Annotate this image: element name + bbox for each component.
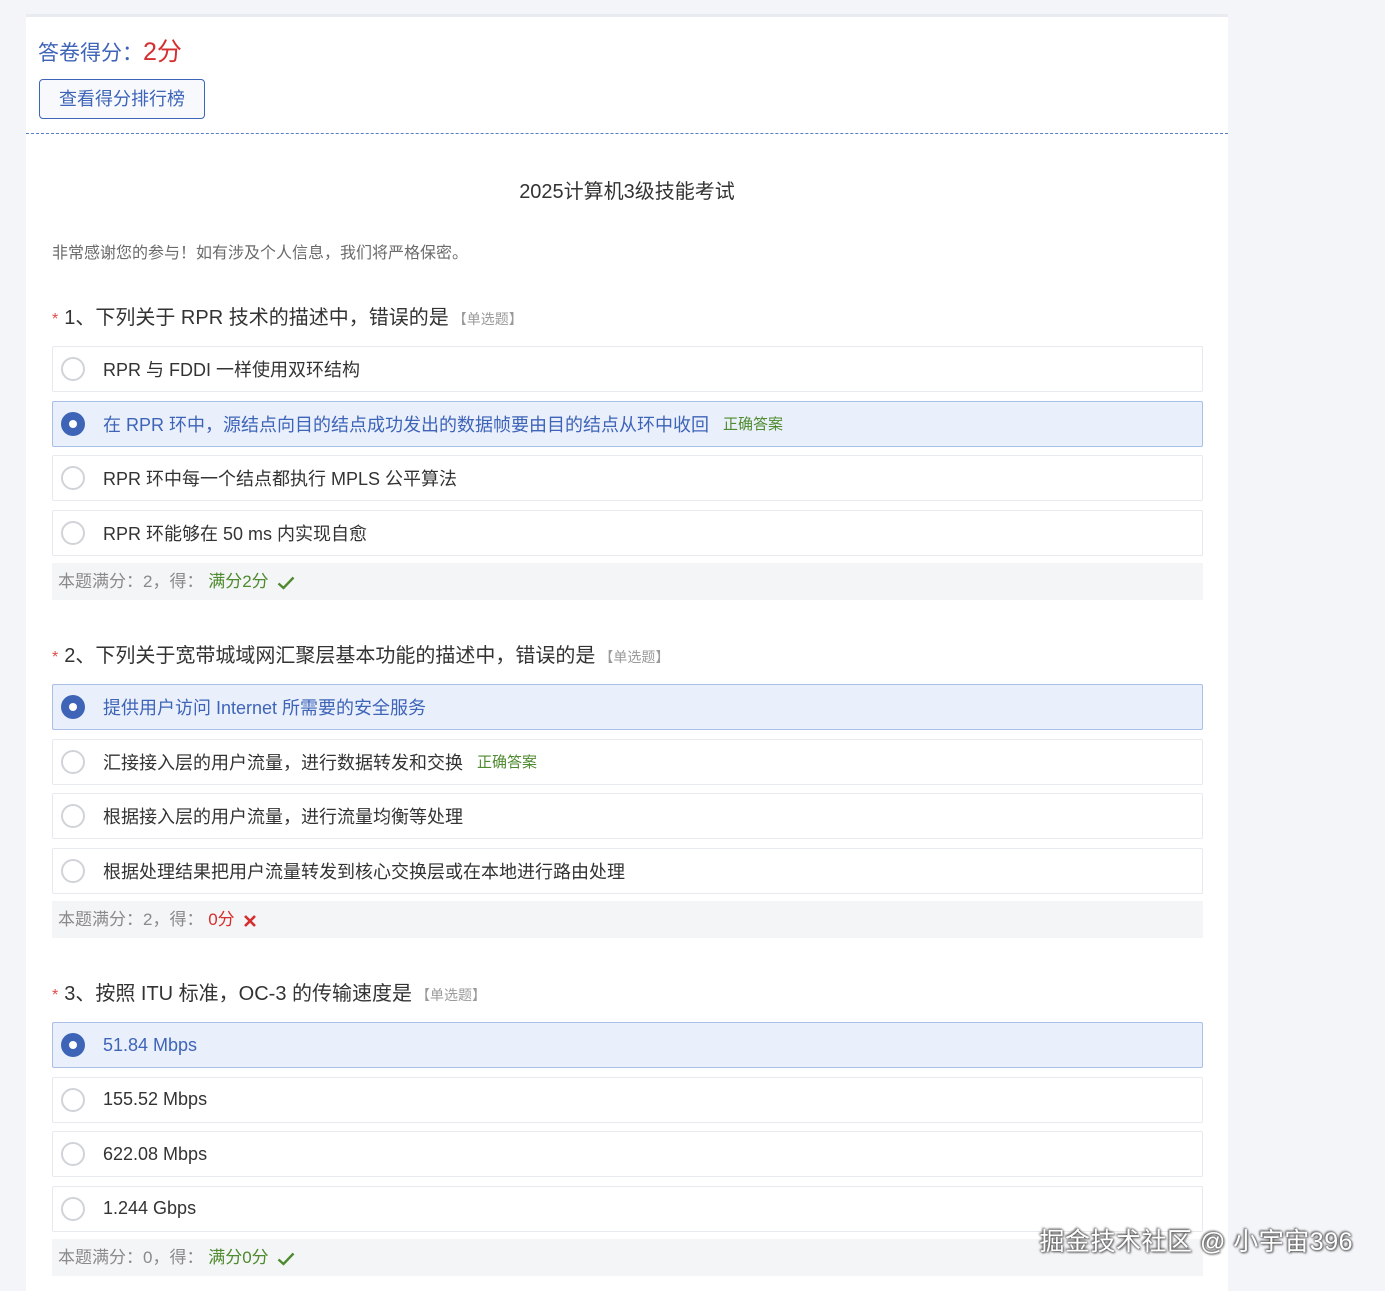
radio-icon[interactable] <box>61 858 85 883</box>
watermark: 掘金技术社区 @ 小宇宙396 <box>1039 1228 1353 1256</box>
option-text: 155.52 Mbps <box>103 1089 208 1109</box>
option-text: 根据接入层的用户流量，进行流量均衡等处理 <box>103 807 463 827</box>
question-result: 本题满分：2，得： 0分 <box>52 901 1203 938</box>
cross-icon <box>244 914 257 927</box>
option-text: 汇接接入层的用户流量，进行数据转发和交换 <box>103 752 463 773</box>
question-type: 【单选题】 <box>416 987 487 1003</box>
option-text: 在 RPR 环中，源结点向目的结点成功发出的数据帧要由目的结点从环中收回 <box>103 414 710 435</box>
radio-icon[interactable] <box>61 520 85 545</box>
check-icon <box>278 1252 295 1266</box>
option-text: 根据处理结果把用户流量转发到核心交换层或在本地进行路由处理 <box>103 861 625 882</box>
question-3: * 3、按照 ITU 标准，OC-3 的传输速度是 【单选题】 51.84 Mbps… <box>52 979 1203 1276</box>
option-text: 提供用户访问 Internet 所需要的安全服务 <box>103 698 427 718</box>
radio-selected-icon[interactable] <box>61 695 85 719</box>
answer-score-value: 2分 <box>143 38 182 66</box>
radio-selected-icon[interactable] <box>61 411 85 436</box>
question-text: 1、下列关于 RPR 技术的描述中，错误的是 <box>64 307 449 329</box>
option-c[interactable]: 622.08 Mbps <box>52 1131 1203 1177</box>
answer-score-label: 答卷得分： <box>38 42 143 65</box>
question-result: 本题满分：2，得： 满分2分 <box>52 563 1203 600</box>
option-text: RPR 环中每一个结点都执行 MPLS 公平算法 <box>103 469 458 489</box>
option-d[interactable]: 1.244 Gbps <box>52 1185 1203 1232</box>
radio-icon[interactable] <box>61 1196 85 1221</box>
radio-icon[interactable] <box>61 1142 85 1166</box>
option-text: 622.08 Mbps <box>103 1143 208 1164</box>
question-1: * 1、下列关于 RPR 技术的描述中，错误的是 【单选题】 RPR 与 FDDI … <box>52 303 1203 600</box>
question-title: * 1、下列关于 RPR 技术的描述中，错误的是 【单选题】 <box>52 303 1203 333</box>
option-c[interactable]: 根据接入层的用户流量，进行流量均衡等处理 <box>52 793 1203 839</box>
option-text: RPR 环能够在 50 ms 内实现自愈 <box>103 523 368 544</box>
option-text: 51.84 Mbps <box>103 1034 198 1055</box>
radio-icon[interactable] <box>61 804 85 828</box>
question-type: 【单选题】 <box>599 649 670 665</box>
radio-icon[interactable] <box>61 749 85 774</box>
option-a[interactable]: RPR 与 FDDI 一样使用双环结构 <box>52 346 1203 392</box>
question-result: 本题满分：0，得： 满分0分 <box>52 1239 1203 1276</box>
view-ranking-button[interactable]: 查看得分排行榜 <box>39 79 205 119</box>
question-title: * 3、按照 ITU 标准，OC-3 的传输速度是 【单选题】 <box>52 979 1203 1009</box>
question-text: 2、下列关于宽带城域网汇聚层基本功能的描述中，错误的是 <box>64 645 596 667</box>
option-text: RPR 与 FDDI 一样使用双环结构 <box>103 360 360 380</box>
question-2: * 2、下列关于宽带城域网汇聚层基本功能的描述中，错误的是 【单选题】 提供用户访问… <box>52 641 1203 938</box>
survey-description: 非常感谢您的参与！如有涉及个人信息，我们将严格保密。 <box>52 245 469 262</box>
question-text: 3、按照 ITU 标准，OC-3 的传输速度是 <box>64 983 413 1005</box>
radio-icon[interactable] <box>61 1087 85 1112</box>
radio-selected-icon[interactable] <box>61 1033 85 1057</box>
result-points: 满分0分 <box>208 1248 269 1267</box>
answer-sheet-page: 答卷得分：2分 查看得分排行榜 2025计算机3级技能考试 非常感谢您的参与！如… <box>26 14 1228 1291</box>
option-c[interactable]: RPR 环中每一个结点都执行 MPLS 公平算法 <box>52 455 1203 501</box>
check-icon <box>278 576 295 590</box>
option-a[interactable]: 提供用户访问 Internet 所需要的安全服务 <box>52 684 1203 730</box>
result-label: 本题满分：2，得： <box>58 910 204 929</box>
answer-score: 答卷得分：2分 <box>38 37 182 69</box>
required-mark: * <box>52 987 59 1004</box>
result-label: 本题满分：0，得： <box>58 1248 204 1267</box>
option-b[interactable]: 155.52 Mbps <box>52 1076 1203 1123</box>
option-d[interactable]: RPR 环能够在 50 ms 内实现自愈 <box>52 509 1203 556</box>
option-d[interactable]: 根据处理结果把用户流量转发到核心交换层或在本地进行路由处理 <box>52 847 1203 894</box>
survey-title: 2025计算机3级技能考试 <box>519 181 735 203</box>
option-b[interactable]: 在 RPR 环中，源结点向目的结点成功发出的数据帧要由目的结点从环中收回 正确答… <box>52 400 1203 447</box>
correct-answer-tag: 正确答案 <box>477 754 538 771</box>
required-mark: * <box>52 649 59 666</box>
correct-answer-tag: 正确答案 <box>723 416 784 433</box>
radio-icon[interactable] <box>61 357 85 381</box>
option-b[interactable]: 汇接接入层的用户流量，进行数据转发和交换 正确答案 <box>52 738 1203 785</box>
radio-icon[interactable] <box>61 466 85 490</box>
result-points: 满分2分 <box>208 572 269 591</box>
question-type: 【单选题】 <box>452 311 523 327</box>
divider <box>26 133 1228 134</box>
option-text: 1.244 Gbps <box>103 1198 197 1218</box>
option-a[interactable]: 51.84 Mbps <box>52 1022 1203 1068</box>
question-title: * 2、下列关于宽带城域网汇聚层基本功能的描述中，错误的是 【单选题】 <box>52 641 1203 671</box>
required-mark: * <box>52 311 59 328</box>
result-points: 0分 <box>208 910 235 929</box>
result-label: 本题满分：2，得： <box>58 572 204 591</box>
